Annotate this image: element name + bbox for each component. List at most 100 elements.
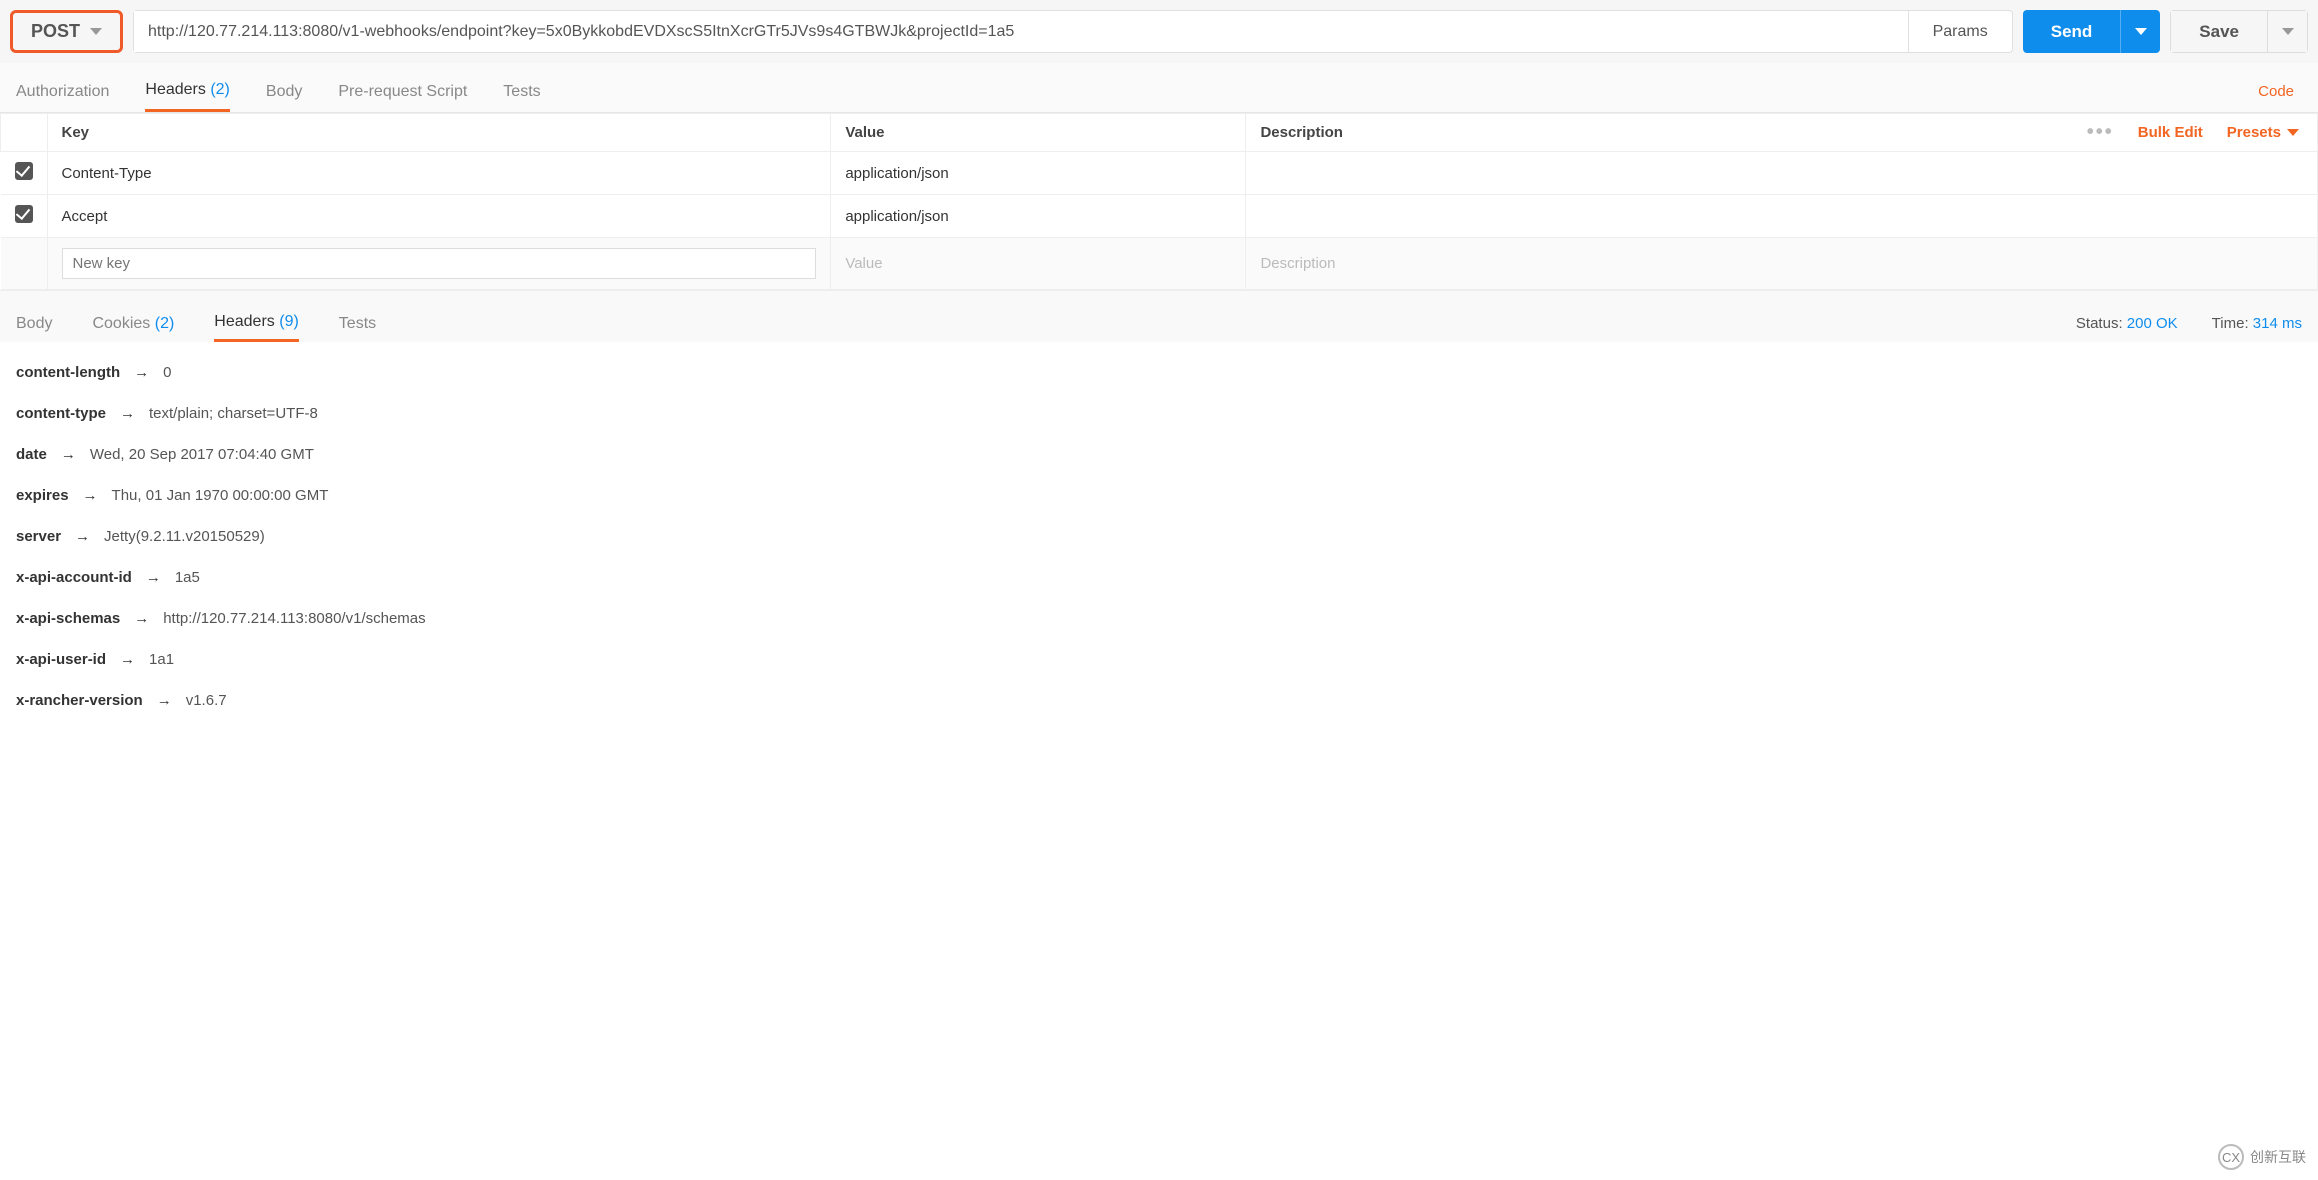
header-value[interactable]: application/json [831, 195, 1246, 238]
arrow-right-icon: → [157, 692, 172, 709]
response-header-row: x-rancher-version → v1.6.7 [16, 692, 2302, 709]
request-headers-table: Key Value Description ••• Bulk Edit Pres… [0, 113, 2318, 290]
response-header-row: x-api-user-id → 1a1 [16, 651, 2302, 668]
resp-tab-headers-count: (9) [279, 313, 299, 330]
time-value: 314 ms [2253, 315, 2302, 332]
resp-header-value: Jetty(9.2.11.v20150529) [104, 528, 265, 545]
resp-tab-cookies[interactable]: Cookies (2) [92, 307, 174, 341]
send-button[interactable]: Send [2023, 10, 2121, 53]
resp-header-key: server [16, 528, 61, 545]
url-input[interactable] [134, 11, 1908, 52]
arrow-right-icon: → [120, 405, 135, 422]
resp-header-value: 0 [163, 364, 171, 381]
request-tabs: Authorization Headers (2) Body Pre-reque… [0, 63, 2318, 113]
watermark-text: 创新互联 [2250, 1147, 2306, 1167]
send-dropdown[interactable] [2120, 10, 2160, 53]
header-key[interactable]: Content-Type [47, 152, 831, 195]
response-header-row: content-type → text/plain; charset=UTF-8 [16, 405, 2302, 422]
new-key-input[interactable] [62, 248, 817, 279]
resp-tab-tests[interactable]: Tests [339, 307, 376, 341]
code-link[interactable]: Code [2250, 73, 2302, 110]
presets-dropdown[interactable]: Presets [2227, 124, 2299, 141]
response-header-row: x-api-account-id → 1a5 [16, 569, 2302, 586]
resp-header-key: x-rancher-version [16, 692, 143, 709]
resp-header-key: date [16, 446, 47, 463]
new-desc-placeholder[interactable]: Description [1246, 238, 2318, 290]
tab-authorization[interactable]: Authorization [16, 73, 109, 111]
response-header-row: content-length → 0 [16, 364, 2302, 381]
arrow-right-icon: → [120, 651, 135, 668]
col-value: Value [831, 114, 1246, 152]
resp-header-value: Wed, 20 Sep 2017 07:04:40 GMT [90, 446, 314, 463]
chevron-down-icon [2282, 28, 2294, 35]
resp-tab-headers-label: Headers [214, 313, 274, 330]
params-button[interactable]: Params [1908, 11, 2012, 52]
response-header-row: server → Jetty(9.2.11.v20150529) [16, 528, 2302, 545]
table-row-placeholder[interactable]: Value Description [1, 238, 2318, 290]
resp-header-value: 1a1 [149, 651, 174, 668]
resp-header-key: x-api-schemas [16, 610, 120, 627]
http-method-label: POST [31, 21, 80, 42]
response-headers-list: content-length → 0 content-type → text/p… [0, 342, 2318, 755]
header-desc[interactable] [1246, 195, 2318, 238]
tab-tests[interactable]: Tests [503, 73, 540, 111]
chevron-down-icon [2287, 129, 2299, 136]
save-button-group: Save [2170, 10, 2308, 53]
presets-label: Presets [2227, 124, 2281, 141]
resp-header-key: content-length [16, 364, 120, 381]
more-options-icon[interactable]: ••• [2087, 121, 2114, 144]
status-label: Status: [2076, 315, 2123, 332]
chevron-down-icon [2135, 28, 2147, 35]
bulk-edit-link[interactable]: Bulk Edit [2138, 124, 2203, 141]
resp-header-key: content-type [16, 405, 106, 422]
arrow-right-icon: → [146, 569, 161, 586]
tab-headers-count: (2) [210, 81, 230, 98]
new-value-placeholder[interactable]: Value [831, 238, 1246, 290]
resp-header-value: v1.6.7 [186, 692, 227, 709]
resp-tab-cookies-label: Cookies [92, 315, 150, 332]
tab-headers-label: Headers [145, 81, 205, 98]
response-header-row: date → Wed, 20 Sep 2017 07:04:40 GMT [16, 446, 2302, 463]
checkbox-checked-icon[interactable] [15, 162, 33, 180]
resp-header-value: text/plain; charset=UTF-8 [149, 405, 318, 422]
checkbox-checked-icon[interactable] [15, 205, 33, 223]
arrow-right-icon: → [61, 446, 76, 463]
header-value[interactable]: application/json [831, 152, 1246, 195]
resp-header-value: http://120.77.214.113:8080/v1/schemas [163, 610, 425, 627]
arrow-right-icon: → [134, 610, 149, 627]
table-row[interactable]: Content-Type application/json [1, 152, 2318, 195]
resp-header-key: x-api-user-id [16, 651, 106, 668]
save-button[interactable]: Save [2170, 10, 2268, 53]
header-key[interactable]: Accept [47, 195, 831, 238]
resp-tab-body[interactable]: Body [16, 307, 52, 341]
save-dropdown[interactable] [2268, 10, 2308, 53]
header-desc[interactable] [1246, 152, 2318, 195]
col-description: Description [1246, 114, 1357, 151]
col-key: Key [47, 114, 831, 152]
table-row[interactable]: Accept application/json [1, 195, 2318, 238]
request-bar: POST Params Send Save [0, 0, 2318, 63]
watermark-logo-icon: CX [2218, 1144, 2244, 1170]
arrow-right-icon: → [83, 487, 98, 504]
send-button-group: Send [2023, 10, 2161, 53]
url-group: Params [133, 10, 2013, 53]
resp-tab-headers[interactable]: Headers (9) [214, 305, 299, 342]
resp-header-key: x-api-account-id [16, 569, 132, 586]
arrow-right-icon: → [75, 528, 90, 545]
response-header-row: x-api-schemas → http://120.77.214.113:80… [16, 610, 2302, 627]
tab-prerequest[interactable]: Pre-request Script [338, 73, 467, 111]
time-label: Time: [2212, 315, 2249, 332]
http-method-select[interactable]: POST [10, 10, 123, 53]
resp-header-value: Thu, 01 Jan 1970 00:00:00 GMT [112, 487, 329, 504]
response-header-row: expires → Thu, 01 Jan 1970 00:00:00 GMT [16, 487, 2302, 504]
resp-header-value: 1a5 [175, 569, 200, 586]
tab-body[interactable]: Body [266, 73, 302, 111]
response-status-row: Status: 200 OK Time: 314 ms [2076, 315, 2302, 332]
tab-headers[interactable]: Headers (2) [145, 71, 230, 112]
response-tabs: Body Cookies (2) Headers (9) Tests Statu… [0, 290, 2318, 342]
status-value: 200 OK [2127, 315, 2178, 332]
chevron-down-icon [90, 28, 102, 35]
watermark: CX 创新互联 [2218, 1144, 2306, 1170]
resp-header-key: expires [16, 487, 69, 504]
resp-tab-cookies-count: (2) [155, 315, 175, 332]
